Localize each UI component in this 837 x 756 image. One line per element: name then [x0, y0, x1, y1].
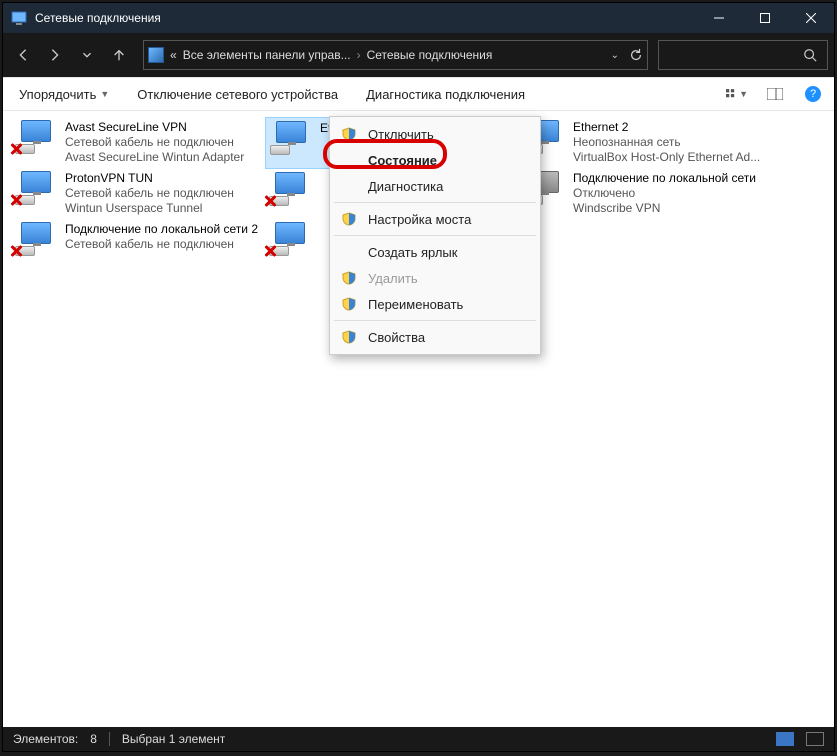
status-bar: Элементов: 8 Выбран 1 элемент	[3, 727, 834, 751]
connection-status: Отключено	[573, 186, 756, 201]
control-panel-icon	[148, 47, 164, 63]
separator	[334, 202, 536, 203]
disconnected-x-icon	[263, 244, 277, 258]
connection-name: Ethernet 2	[573, 120, 760, 135]
nav-bar: « Все элементы панели управ... › Сетевые…	[3, 33, 834, 77]
connection-device: Avast SecureLine Wintun Adapter	[65, 150, 244, 165]
disconnected-x-icon	[9, 142, 23, 156]
connection-device: Windscribe VPN	[573, 201, 756, 216]
connection-status: Сетевой кабель не подключен	[65, 237, 258, 252]
item-count-label: Элементов:	[13, 732, 78, 746]
titlebar: Сетевые подключения	[3, 3, 834, 33]
connection-name: Avast SecureLine VPN	[65, 120, 244, 135]
ctx-shortcut[interactable]: Создать ярлык	[332, 239, 538, 265]
forward-button[interactable]	[41, 41, 69, 69]
connection-status: Сетевой кабель не подключен	[65, 186, 234, 201]
up-button[interactable]	[105, 41, 133, 69]
large-icons-view-icon[interactable]	[806, 732, 824, 746]
chevron-down-icon: ▼	[739, 89, 748, 99]
ctx-delete: Удалить	[332, 265, 538, 291]
recent-button[interactable]	[73, 41, 101, 69]
network-adapter-icon	[270, 121, 314, 165]
network-adapter-icon	[269, 222, 313, 266]
ctx-diagnose[interactable]: Диагностика	[332, 173, 538, 199]
disable-device-button[interactable]: Отключение сетевого устройства	[131, 83, 344, 106]
back-button[interactable]	[9, 41, 37, 69]
connection-name: ProtonVPN TUN	[65, 171, 234, 186]
disconnected-x-icon	[263, 194, 277, 208]
search-icon	[803, 48, 817, 62]
breadcrumb-seg1[interactable]: Все элементы панели управ...	[183, 48, 351, 62]
shield-icon	[342, 127, 356, 141]
connection-item[interactable]: ProtonVPN TUN Сетевой кабель не подключе…	[11, 168, 265, 219]
command-bar: Упорядочить ▼ Отключение сетевого устрой…	[3, 77, 834, 111]
search-box[interactable]	[658, 40, 828, 70]
connection-item[interactable]: Ethernet 2 Неопознанная сеть VirtualBox …	[519, 117, 773, 168]
separator	[334, 320, 536, 321]
details-view-icon[interactable]	[776, 732, 794, 746]
preview-pane-icon[interactable]	[764, 83, 786, 105]
diagnose-connection-button[interactable]: Диагностика подключения	[360, 83, 531, 106]
connections-area: Avast SecureLine VPN Сетевой кабель не п…	[3, 111, 834, 727]
close-button[interactable]	[788, 3, 834, 33]
window-title: Сетевые подключения	[35, 11, 696, 25]
selection-label: Выбран 1 элемент	[122, 732, 225, 746]
item-count: 8	[90, 732, 97, 746]
ctx-properties-label: Свойства	[368, 330, 425, 345]
help-icon[interactable]: ?	[802, 83, 824, 105]
connection-name: Подключение по локальной сети 2	[65, 222, 258, 237]
ctx-bridge[interactable]: Настройка моста	[332, 206, 538, 232]
connection-name: Подключение по локальной сети	[573, 171, 756, 186]
organize-label: Упорядочить	[19, 87, 96, 102]
separator	[334, 235, 536, 236]
ctx-status[interactable]: Состояние	[332, 147, 538, 173]
window: Сетевые подключения « Все элементы панел…	[2, 2, 835, 752]
connection-status: Неопознанная сеть	[573, 135, 760, 150]
shield-icon	[342, 271, 356, 285]
context-menu: Отключить Состояние Диагностика Настройк…	[329, 116, 541, 355]
maximize-button[interactable]	[742, 3, 788, 33]
ctx-rename[interactable]: Переименовать	[332, 291, 538, 317]
network-adapter-icon	[15, 120, 59, 164]
organize-menu[interactable]: Упорядочить ▼	[13, 83, 115, 106]
ctx-disable-label: Отключить	[368, 127, 434, 142]
connection-item[interactable]: Подключение по локальной сети Отключено …	[519, 168, 773, 219]
disconnected-x-icon	[9, 244, 23, 258]
ctx-bridge-label: Настройка моста	[368, 212, 471, 227]
connection-device: Wintun Userspace Tunnel	[65, 201, 234, 216]
chevron-down-icon: ▼	[100, 89, 109, 99]
ctx-properties[interactable]: Свойства	[332, 324, 538, 350]
network-adapter-icon	[15, 222, 59, 266]
disconnected-x-icon	[9, 193, 23, 207]
minimize-button[interactable]	[696, 3, 742, 33]
ctx-disable[interactable]: Отключить	[332, 121, 538, 147]
connection-device: VirtualBox Host-Only Ethernet Ad...	[573, 150, 760, 165]
breadcrumb-seg2[interactable]: Сетевые подключения	[367, 48, 493, 62]
ctx-status-label: Состояние	[368, 153, 437, 168]
connection-status: Сетевой кабель не подключен	[65, 135, 244, 150]
shield-icon	[342, 330, 356, 344]
ctx-rename-label: Переименовать	[368, 297, 463, 312]
separator	[109, 732, 110, 746]
shield-icon	[342, 212, 356, 226]
network-adapter-icon	[15, 171, 59, 215]
app-icon	[11, 10, 27, 26]
shield-icon	[342, 297, 356, 311]
connection-item[interactable]: Avast SecureLine VPN Сетевой кабель не п…	[11, 117, 265, 168]
network-adapter-icon	[269, 172, 313, 216]
chevron-right-icon: ›	[357, 48, 361, 62]
ctx-delete-label: Удалить	[368, 271, 418, 286]
address-bar[interactable]: « Все элементы панели управ... › Сетевые…	[143, 40, 648, 70]
refresh-icon[interactable]	[629, 48, 643, 62]
breadcrumb-prefix: «	[170, 48, 177, 62]
connection-item[interactable]: Подключение по локальной сети 2 Сетевой …	[11, 219, 265, 269]
chevron-down-icon[interactable]: ⌄	[611, 50, 619, 61]
view-options-icon[interactable]: ▼	[726, 83, 748, 105]
